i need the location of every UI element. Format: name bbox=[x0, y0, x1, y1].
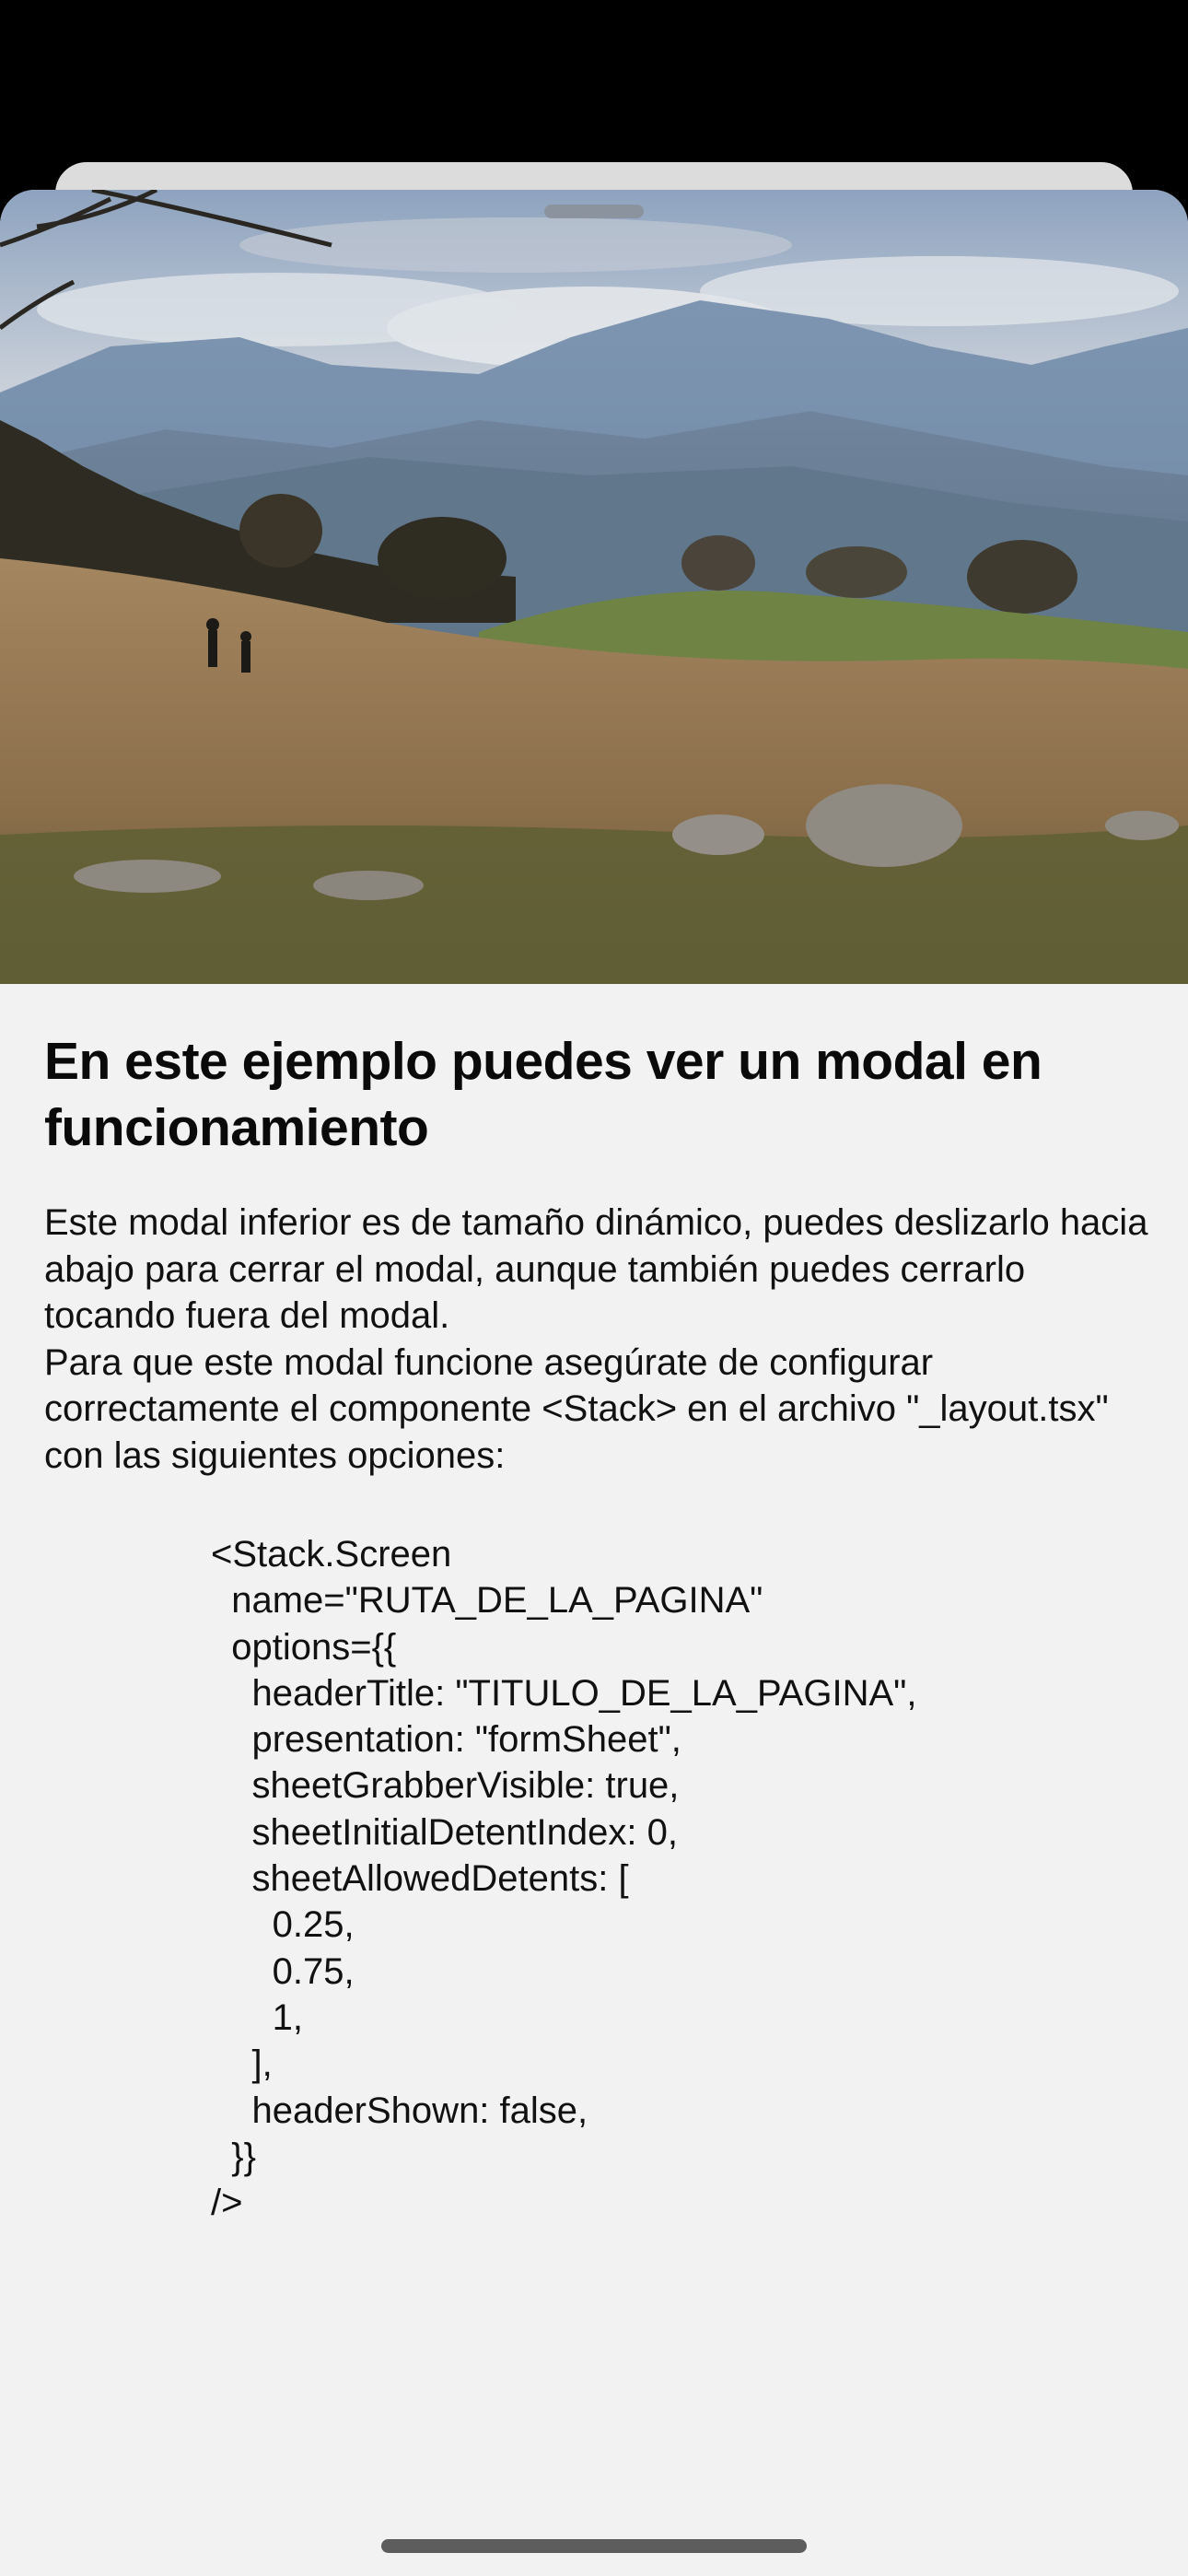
code-line: /> bbox=[211, 2183, 243, 2224]
code-line: 0.75, bbox=[211, 1950, 355, 1992]
sheet-grabber-icon[interactable] bbox=[544, 205, 644, 218]
code-snippet: <Stack.Screen name="RUTA_DE_LA_PAGINA" o… bbox=[211, 1531, 1132, 2226]
home-indicator-icon[interactable] bbox=[381, 2539, 807, 2553]
code-line: <Stack.Screen bbox=[211, 1534, 452, 1575]
code-line: name="RUTA_DE_LA_PAGINA" bbox=[211, 1580, 763, 1622]
description-paragraph: Este modal inferior es de tamaño dinámic… bbox=[44, 1202, 1148, 1336]
code-line: sheetInitialDetentIndex: 0, bbox=[211, 1811, 678, 1853]
modal-content: En este ejemplo puedes ver un modal en f… bbox=[44, 1028, 1149, 1479]
code-line: sheetAllowedDetents: [ bbox=[211, 1858, 629, 1900]
code-line: ], bbox=[211, 2043, 273, 2085]
code-line: sheetGrabberVisible: true, bbox=[211, 1765, 680, 1807]
description-paragraph: Para que este modal funcione asegúrate d… bbox=[44, 1341, 1109, 1476]
code-line: 1, bbox=[211, 1996, 304, 2038]
code-line: 0.25, bbox=[211, 1904, 355, 1946]
bottom-sheet-modal[interactable]: En este ejemplo puedes ver un modal en f… bbox=[0, 190, 1188, 2576]
code-line: presentation: "formSheet", bbox=[211, 1719, 681, 1761]
modal-description: Este modal inferior es de tamaño dinámic… bbox=[44, 1200, 1149, 1479]
landscape-hero-image bbox=[0, 190, 1188, 984]
code-line: options={{ bbox=[211, 1626, 397, 1668]
code-line: }} bbox=[211, 2136, 256, 2177]
code-line: headerShown: false, bbox=[211, 2090, 588, 2131]
modal-title: En este ejemplo puedes ver un modal en f… bbox=[44, 1032, 1042, 1157]
code-line: headerTitle: "TITULO_DE_LA_PAGINA", bbox=[211, 1672, 917, 1714]
